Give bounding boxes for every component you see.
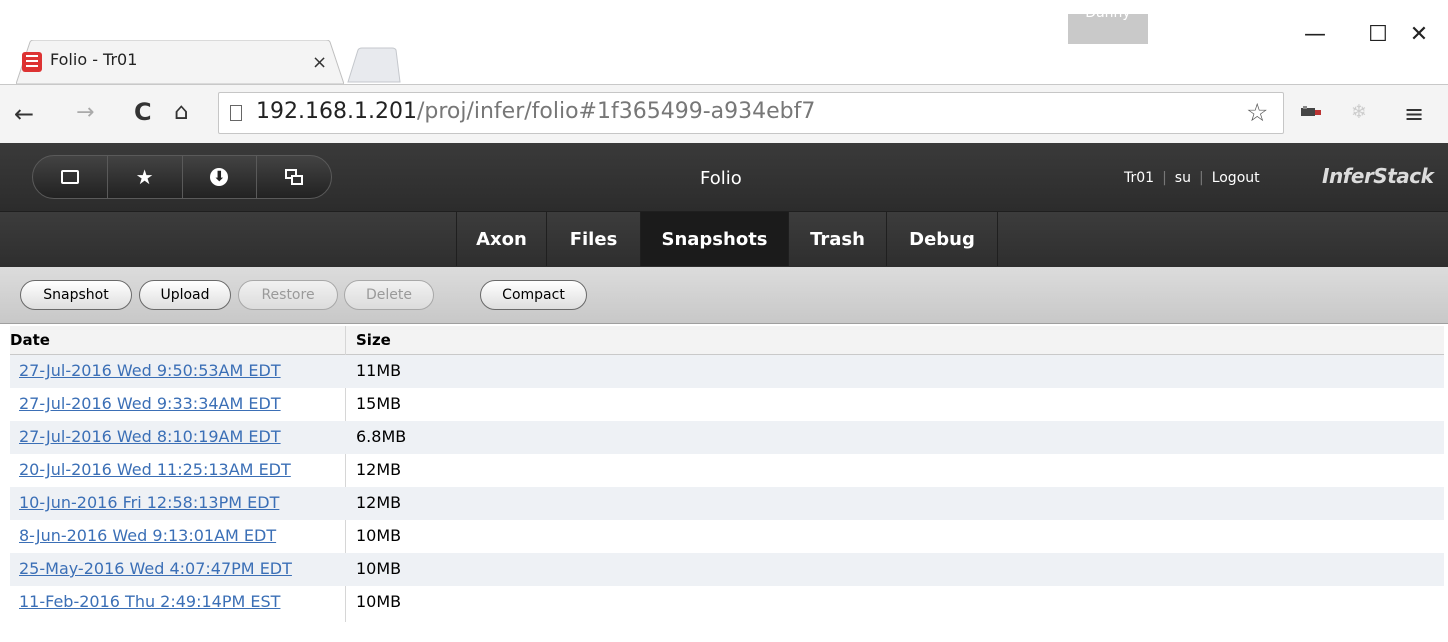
compact-button[interactable]: Compact bbox=[480, 280, 587, 310]
tab-close-icon[interactable]: × bbox=[312, 52, 327, 73]
forward-arrow-icon[interactable]: → bbox=[76, 100, 94, 125]
snapshot-size: 12MB bbox=[356, 460, 402, 479]
home-icon[interactable]: ⌂ bbox=[174, 99, 189, 125]
window-button[interactable] bbox=[33, 156, 108, 198]
size-column-header[interactable]: Size bbox=[356, 331, 391, 349]
new-tab-button[interactable] bbox=[344, 44, 402, 84]
snapshot-date-link[interactable]: 27-Jul-2016 Wed 8:10:19AM EDT bbox=[19, 427, 281, 446]
upload-button[interactable]: Upload bbox=[139, 280, 231, 310]
snapshot-date-link[interactable]: 10-Jun-2016 Fri 12:58:13PM EDT bbox=[19, 493, 279, 512]
table-row: 8-Jun-2016 Wed 9:13:01AM EDT 10MB bbox=[10, 520, 1444, 553]
snapshot-size: 10MB bbox=[356, 559, 402, 578]
minimize-button[interactable]: — bbox=[1290, 14, 1340, 54]
page-icon bbox=[230, 105, 242, 121]
tab-title: Folio - Tr01 bbox=[50, 50, 138, 69]
tab-debug[interactable]: Debug bbox=[886, 212, 998, 266]
delete-button[interactable]: Delete bbox=[344, 280, 434, 310]
header-button-group: ★ ⬇ bbox=[32, 155, 332, 199]
restore-button[interactable]: Restore bbox=[238, 280, 338, 310]
table-header: Date Size bbox=[10, 326, 1444, 355]
download-icon: ⬇ bbox=[210, 168, 229, 186]
profile-badge[interactable]: Danny bbox=[1068, 5, 1148, 44]
profile-name: Danny bbox=[1085, 5, 1131, 21]
table-row: 11-Feb-2016 Thu 2:49:14PM EST 10MB bbox=[10, 586, 1444, 619]
snowflake-extension-icon[interactable]: ❄ bbox=[1351, 101, 1367, 123]
table-row: 27-Jul-2016 Wed 8:10:19AM EDT 6.8MB bbox=[10, 421, 1444, 454]
table-row: 10-Jun-2016 Fri 12:58:13PM EDT 12MB bbox=[10, 487, 1444, 520]
separator: | bbox=[1198, 170, 1204, 186]
brand-logo: InferStack bbox=[1322, 164, 1434, 188]
snapshot-size: 10MB bbox=[356, 526, 402, 545]
download-button[interactable]: ⬇ bbox=[183, 156, 258, 198]
snapshot-date-link[interactable]: 27-Jul-2016 Wed 9:50:53AM EDT bbox=[19, 361, 281, 380]
date-column-header[interactable]: Date bbox=[10, 331, 50, 349]
star-icon: ★ bbox=[135, 165, 154, 189]
snapshot-size: 10MB bbox=[356, 592, 402, 611]
url-host: 192.168.1.201 bbox=[256, 99, 417, 124]
snapshot-date-link[interactable]: 27-Jul-2016 Wed 9:33:34AM EDT bbox=[19, 394, 281, 413]
window-titlebar bbox=[0, 0, 1448, 38]
table-row: 25-May-2016 Wed 4:07:47PM EDT 10MB bbox=[10, 553, 1444, 586]
window-icon bbox=[60, 170, 79, 184]
tab-axon[interactable]: Axon bbox=[456, 212, 546, 266]
snapshot-date-link[interactable]: 8-Jun-2016 Wed 9:13:01AM EDT bbox=[19, 526, 276, 545]
address-url[interactable]: 192.168.1.201/proj/infer/folio#1f365499-… bbox=[256, 99, 815, 124]
snapshot-size: 12MB bbox=[356, 493, 402, 512]
snapshot-date-link[interactable]: 20-Jul-2016 Wed 11:25:13AM EDT bbox=[19, 460, 291, 479]
browser-menu-icon[interactable]: ≡ bbox=[1404, 100, 1424, 128]
app-title: Folio bbox=[700, 168, 742, 189]
role-link[interactable]: su bbox=[1175, 170, 1191, 186]
separator: | bbox=[1162, 170, 1167, 186]
close-window-button[interactable]: ✕ bbox=[1394, 14, 1444, 54]
favorites-button[interactable]: ★ bbox=[108, 156, 183, 198]
user-links: Tr01 | su | Logout bbox=[1124, 170, 1260, 186]
user-link[interactable]: Tr01 bbox=[1124, 170, 1154, 186]
snapshot-date-link[interactable]: 25-May-2016 Wed 4:07:47PM EDT bbox=[19, 559, 292, 578]
snapshot-button[interactable]: Snapshot bbox=[20, 280, 132, 310]
folio-favicon-icon bbox=[22, 52, 42, 72]
snapshot-date-link[interactable]: 11-Feb-2016 Thu 2:49:14PM EST bbox=[19, 592, 280, 611]
snapshot-size: 6.8MB bbox=[356, 427, 407, 446]
url-path: /proj/infer/folio#1f365499-a934ebf7 bbox=[416, 99, 816, 124]
table-row: 20-Jul-2016 Wed 11:25:13AM EDT 12MB bbox=[10, 454, 1444, 487]
windows-button[interactable] bbox=[257, 156, 331, 198]
windows-icon bbox=[285, 169, 304, 185]
tab-trash[interactable]: Trash bbox=[788, 212, 886, 266]
bookmark-star-icon[interactable]: ☆ bbox=[1246, 98, 1268, 127]
table-row: 27-Jul-2016 Wed 9:50:53AM EDT 11MB bbox=[10, 355, 1444, 388]
reload-icon[interactable]: C bbox=[134, 98, 152, 126]
snapshot-size: 15MB bbox=[356, 394, 402, 413]
table-row: 27-Jul-2016 Wed 9:33:34AM EDT 15MB bbox=[10, 388, 1444, 421]
back-arrow-icon[interactable]: ← bbox=[14, 100, 34, 128]
extension-icon[interactable] bbox=[1300, 104, 1322, 123]
tab-snapshots[interactable]: Snapshots bbox=[640, 212, 788, 266]
tab-files[interactable]: Files bbox=[546, 212, 640, 266]
logout-link[interactable]: Logout bbox=[1212, 170, 1260, 186]
snapshot-size: 11MB bbox=[356, 361, 402, 380]
